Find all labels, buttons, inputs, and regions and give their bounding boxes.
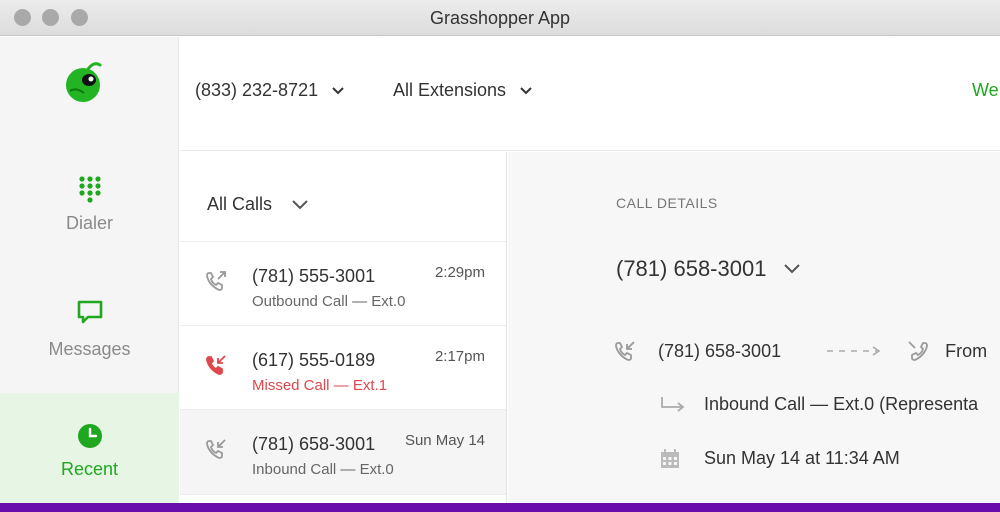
sidebar-item-messages[interactable]: Messages [0,299,179,360]
header: (833) 232-8721 All Extensions We [180,37,1000,151]
route-arrow-icon [661,396,685,412]
message-icon [77,300,102,324]
call-detail: Inbound Call — Ext.0 [252,461,394,478]
call-number: (781) 555-3001 [252,266,376,286]
phone-number-selector[interactable]: (833) 232-8721 [195,80,344,101]
call-list: All Calls (781) 555-3001 2:29pm Outbound… [180,152,507,504]
title-bar: Grasshopper App [0,0,1000,36]
sidebar-item-label: Dialer [65,213,113,233]
sidebar-item-recent[interactable]: Recent [0,393,179,504]
missed-call-icon [206,355,226,375]
dialpad-icon [78,176,101,203]
call-time: Sun May 14 [404,432,485,449]
call-from-label: From [945,340,988,361]
grasshopper-logo-icon [66,62,102,102]
call-details-number-selector[interactable]: (781) 658-3001 [616,256,801,282]
call-from-line: (781) 658-3001 From [614,340,987,362]
sidebar-item-label: Messages [48,339,131,359]
extensions-selector[interactable]: All Extensions [393,80,532,101]
window-title: Grasshopper App [429,8,571,28]
call-details-number: (781) 658-3001 [616,256,767,281]
clock-icon [77,424,102,448]
call-details-panel: CALL DETAILS (781) 658-3001 (781) 658-30… [508,152,1000,504]
call-datetime: Sun May 14 at 11:34 AM [704,448,900,468]
sidebar-item-dialer[interactable]: Dialer [0,175,179,234]
call-filter-label: All Calls [207,194,273,214]
dashed-arrow-icon [827,346,881,356]
call-row[interactable]: (781) 555-3001 2:29pm Outbound Call — Ex… [180,241,506,325]
call-datetime-line: Sun May 14 at 11:34 AM [660,448,900,469]
calendar-icon [661,448,679,468]
forwarded-call-icon [908,341,928,361]
call-time: 2:17pm [434,348,485,365]
call-details-heading: CALL DETAILS [616,195,718,211]
call-detail: Outbound Call — Ext.0 [252,293,406,310]
chevron-down-icon [784,264,801,274]
phone-number-label: (833) 232-8721 [195,80,319,100]
call-detail: Missed Call — Ext.1 [252,377,388,394]
header-right-text[interactable]: We [972,80,999,101]
extensions-label: All Extensions [393,80,507,100]
inbound-call-icon [615,341,635,361]
outbound-call-icon [206,271,226,291]
call-row[interactable]: (617) 555-0189 2:17pm Missed Call — Ext.… [180,325,506,409]
call-number: (781) 658-3001 [252,434,376,454]
call-route-line: Inbound Call — Ext.0 (Representa [660,394,978,415]
inbound-call-icon [206,439,226,459]
call-from-number: (781) 658-3001 [658,340,782,361]
chevron-down-icon [332,86,344,94]
call-row[interactable]: (781) 658-3001 Sun May 14 Inbound Call —… [180,409,506,495]
call-number: (617) 555-0189 [252,350,376,370]
bottom-accent-bar [0,503,1000,512]
call-filter-dropdown[interactable]: All Calls [207,194,308,215]
call-time: 2:29pm [434,264,485,281]
call-route: Inbound Call — Ext.0 (Representa [704,394,979,414]
chevron-down-icon [292,199,308,209]
sidebar: Dialer Messages Recent [0,37,179,504]
sidebar-item-label: Recent [60,459,119,479]
chevron-down-icon [520,86,532,94]
